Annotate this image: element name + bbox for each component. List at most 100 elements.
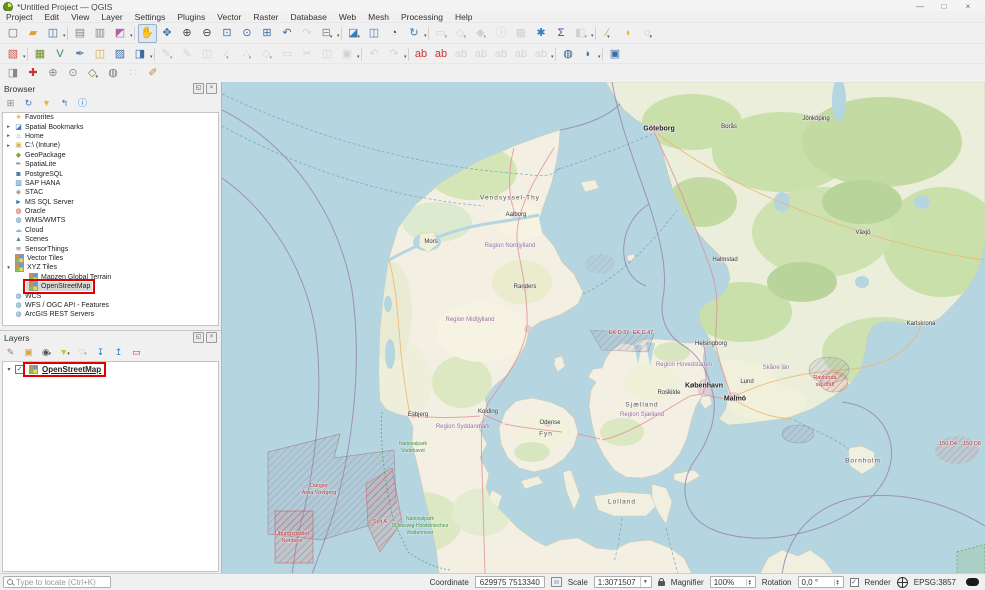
magnifier-spin-icons[interactable]: ▲ ▼ xyxy=(745,578,752,586)
menu-item-edit[interactable]: Edit xyxy=(38,11,65,22)
pan-to-selection[interactable]: ✥▾ xyxy=(158,24,177,43)
browser-item-geopackage[interactable]: ◆ GeoPackage xyxy=(3,151,218,160)
browser-item-sap-hana[interactable]: ▥ SAP HANA xyxy=(3,179,218,188)
menu-item-raster[interactable]: Raster xyxy=(247,11,284,22)
help-contents[interactable]: ▣▾ xyxy=(606,45,625,64)
browser-item-favorites[interactable]: ★ Favorites xyxy=(3,113,218,122)
crs-value[interactable]: EPSG:3857 xyxy=(914,578,956,587)
manage-map-themes[interactable]: ◉ ▾ xyxy=(39,344,55,360)
browser-item-scenes[interactable]: ▲ Scenes xyxy=(3,235,218,244)
undo[interactable]: ↶▾ xyxy=(365,45,384,64)
browser-item-c-drive-intune[interactable]: ▸ ▣ C:\ (Intune) xyxy=(3,141,218,150)
browser-item-wcs[interactable]: ◍ WCS xyxy=(3,291,218,300)
scale-dropdown-icon[interactable]: ▼ xyxy=(639,577,648,587)
field-calculator[interactable]: ◧ ▾ xyxy=(572,24,591,43)
browser-item-spatial-bookmarks[interactable]: ▸ ◪ Spatial Bookmarks xyxy=(3,122,218,131)
nominatim-locator[interactable]: ◌ ▾ xyxy=(639,24,658,43)
filter-by-expression[interactable]: ▽ ▾ xyxy=(75,344,91,360)
data-source-manager[interactable]: ▧▾ xyxy=(4,45,23,64)
browser-item-ms-sql-server[interactable]: ► MS SQL Server xyxy=(3,198,218,207)
expander-icon[interactable]: ▾ xyxy=(5,265,12,271)
rotation-spinbox[interactable]: 0,0 ° ▲ ▼ xyxy=(797,576,844,588)
processing-toolbox[interactable]: ✱▾ xyxy=(532,24,551,43)
menu-item-view[interactable]: View xyxy=(65,11,95,22)
copy-features[interactable]: ◫▾ xyxy=(318,45,337,64)
select-features[interactable]: ▭ ▾ xyxy=(432,24,451,43)
save-project[interactable]: ◫▾ xyxy=(44,24,63,43)
temporal-controller[interactable]: ◔▾ xyxy=(385,24,404,43)
browser-item-mapzen-global-terrain[interactable]: Mapzen Global Terrain xyxy=(3,272,218,282)
browser-item-vector-tiles[interactable]: Vector Tiles xyxy=(3,254,218,264)
zoom-to-selection[interactable]: ⊙▾ xyxy=(238,24,257,43)
browser-item-spatialite[interactable]: ✒ SpatiaLite xyxy=(3,160,218,169)
zoom-to-selected[interactable]: ⊕▾ xyxy=(44,64,63,83)
new-project[interactable]: ▢▾ xyxy=(4,24,23,43)
paste-style[interactable]: ◨▾ xyxy=(4,64,23,83)
collapse-all-layers[interactable]: ↥▾ xyxy=(111,344,127,360)
map-canvas[interactable]: Göteborg Borås Jönköping Växjö Halmstad … xyxy=(222,82,985,574)
menu-item-layer[interactable]: Layer xyxy=(95,11,128,22)
zoom-last[interactable]: ↶▾ xyxy=(278,24,297,43)
layer-diagram-options[interactable]: ab▾ xyxy=(432,45,451,64)
browser-close-button[interactable]: × xyxy=(206,83,217,94)
open-project[interactable]: ▰▾ xyxy=(24,24,43,43)
crs-globe-icon[interactable] xyxy=(896,576,908,588)
vertex-tool[interactable]: ◇ ▾ xyxy=(258,45,277,64)
maximize-button[interactable]: □ xyxy=(939,2,949,11)
expander-icon[interactable]: ▸ xyxy=(5,133,12,139)
new-mesh-layer[interactable]: ▨▾ xyxy=(111,45,130,64)
browser-item-oracle[interactable]: ◍ Oracle xyxy=(3,207,218,216)
browser-float-button[interactable]: ◱ xyxy=(193,83,204,94)
measure-line[interactable]: ∕ ▾ xyxy=(599,24,618,43)
zoom-out[interactable]: ⊖▾ xyxy=(198,24,217,43)
new-virtual-layer[interactable]: ◨▾ xyxy=(131,45,150,64)
extent-toggle-icon[interactable] xyxy=(550,577,562,587)
remove-layer[interactable]: ▭▾ xyxy=(129,344,145,360)
zoom-to-region[interactable]: ⊙▾ xyxy=(64,64,83,83)
add-feature[interactable]: ∴ ▾ xyxy=(238,45,257,64)
python-console[interactable]: ◗▾ xyxy=(579,45,598,64)
properties-info[interactable]: ⓘ▾ xyxy=(75,95,91,111)
browser-item-sensorthings[interactable]: ≋ SensorThings xyxy=(3,244,218,253)
modify-attributes[interactable]: ▭▾ xyxy=(278,45,297,64)
expander-icon[interactable]: ▾ xyxy=(5,366,13,373)
coordinate-input[interactable]: 629975 7513340 xyxy=(474,576,545,588)
pin-unpin-labels[interactable]: ab▾ xyxy=(472,45,491,64)
open-layer-styling[interactable]: ✎▾ xyxy=(3,344,19,360)
menu-item-help[interactable]: Help xyxy=(449,11,478,22)
select-by-expression[interactable]: ◆ ▾ xyxy=(472,24,491,43)
geometry-checker[interactable]: ◇ ▾ xyxy=(84,64,103,83)
refresh-browser[interactable]: ↻▾ xyxy=(21,95,37,111)
statistical-summary[interactable]: Σ▾ xyxy=(552,24,571,43)
style-manager[interactable]: ◩▾ xyxy=(111,24,130,43)
redo[interactable]: ↷▾ xyxy=(385,45,404,64)
new-geopackage-layer[interactable]: ▦▾ xyxy=(31,45,50,64)
pan-map[interactable]: ✋▾ xyxy=(137,24,157,43)
expander-icon[interactable]: ▸ xyxy=(5,124,12,130)
browser-item-arcgis-rest-servers[interactable]: ◍ ArcGIS REST Servers xyxy=(3,310,218,319)
browser-item-wms-wmts[interactable]: ◍ WMS/WMTS xyxy=(3,216,218,225)
zoom-in[interactable]: ⊕▾ xyxy=(178,24,197,43)
refresh-map[interactable]: ↻▾ xyxy=(405,24,424,43)
zoom-to-layer[interactable]: ⊞▾ xyxy=(258,24,277,43)
show-spatial-bookmarks[interactable]: ◫▾ xyxy=(365,24,384,43)
identify-features[interactable]: ⓘ▾ xyxy=(492,24,511,43)
new-map-view[interactable]: ⊟ ▾ xyxy=(318,24,337,43)
show-layout-manager[interactable]: ▥▾ xyxy=(91,24,110,43)
layers-float-button[interactable]: ◱ xyxy=(193,332,204,343)
new-temporary-scratch-layer[interactable]: ◫▾ xyxy=(91,45,110,64)
digitize-segment[interactable]: ∕ ▾ xyxy=(218,45,237,64)
paste-features[interactable]: ▣▾ xyxy=(338,45,357,64)
browser-item-openstreetmap[interactable]: OpenStreetMap xyxy=(3,279,218,295)
menu-item-plugins[interactable]: Plugins xyxy=(171,11,211,22)
browser-item-xyz-tiles[interactable]: ▾ XYZ Tiles xyxy=(3,263,218,273)
layer-item-openstreetmap-layer[interactable]: ▾ ✓ OpenStreetMap xyxy=(3,362,218,377)
toggle-editing[interactable]: ✎▾ xyxy=(178,45,197,64)
render-checkbox[interactable]: ✓ xyxy=(849,577,859,587)
map-tips[interactable]: ◖▾ xyxy=(619,24,638,43)
lock-scale-icon[interactable] xyxy=(657,577,665,586)
expander-icon[interactable]: ▸ xyxy=(5,143,12,149)
deselect-features[interactable]: ◇ ▾ xyxy=(452,24,471,43)
magnifier-spinbox[interactable]: 100% ▲ ▼ xyxy=(709,576,756,588)
metasearch[interactable]: ◍▾ xyxy=(559,45,578,64)
